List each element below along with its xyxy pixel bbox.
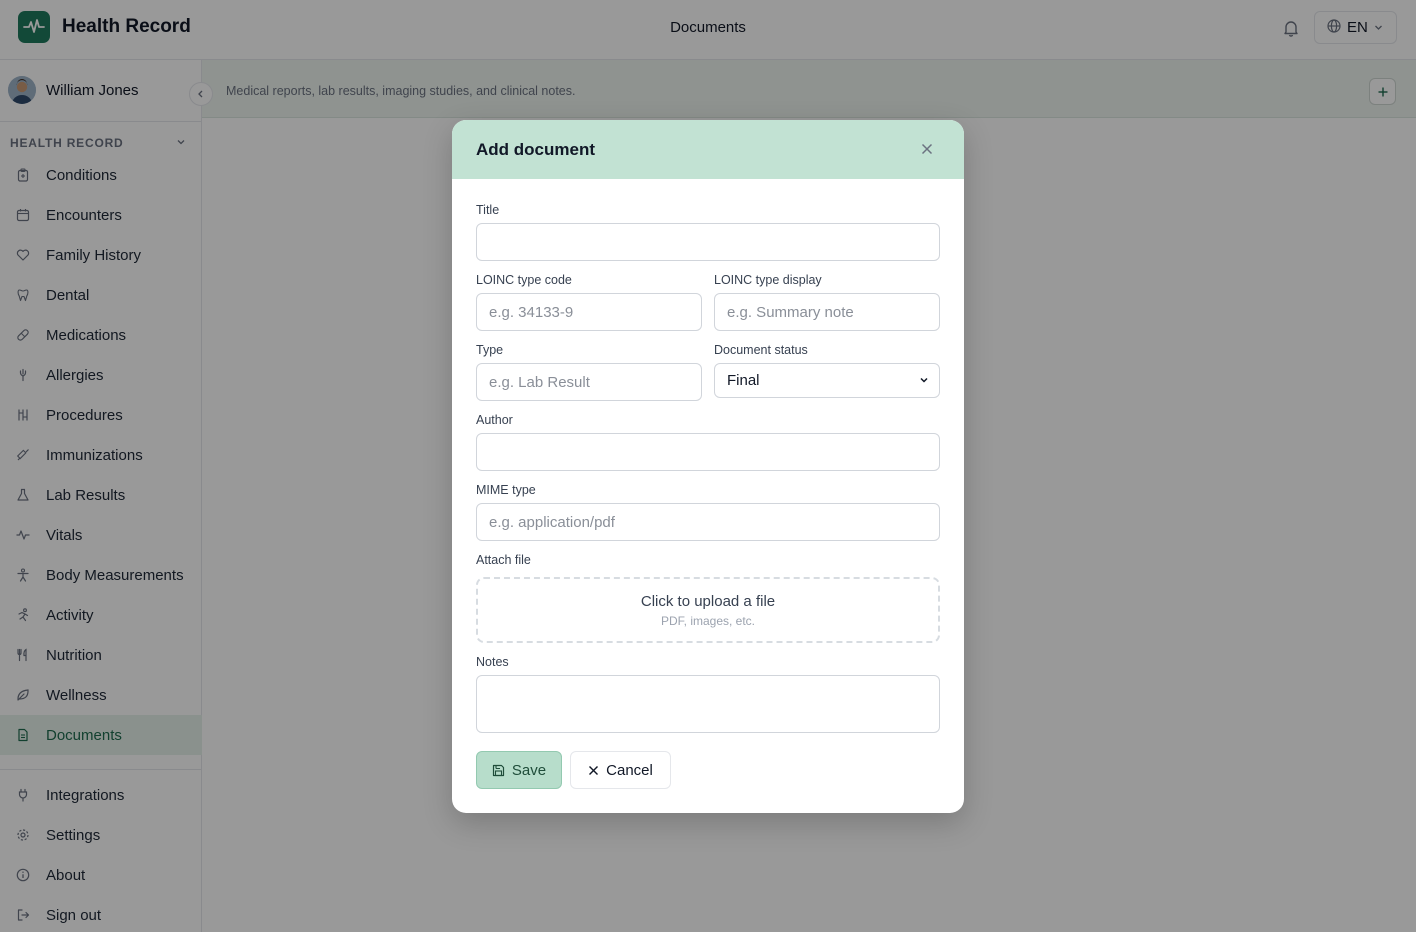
upload-hint: PDF, images, etc. [660, 614, 756, 628]
save-label: Save [511, 761, 547, 779]
close-icon [921, 143, 933, 155]
notes-label: Notes [476, 655, 509, 669]
mime-type-label: MIME type [476, 483, 536, 497]
close-button[interactable] [918, 140, 936, 158]
upload-text: Click to upload a file [640, 593, 776, 610]
loinc-code-input[interactable] [476, 293, 702, 331]
cancel-label: Cancel [606, 761, 653, 779]
dialog-title: Add document [476, 140, 595, 159]
add-document-dialog: Add document Title LOINC type code LOINC… [452, 120, 964, 813]
attach-file-label: Attach file [476, 553, 531, 567]
notes-textarea[interactable] [476, 675, 940, 733]
type-label: Type [476, 343, 504, 357]
file-upload-dropzone[interactable]: Click to upload a file PDF, images, etc. [476, 577, 940, 643]
save-button[interactable]: Save [476, 751, 562, 789]
loinc-display-input[interactable] [714, 293, 940, 331]
title-label: Title [476, 203, 500, 217]
author-label: Author [476, 413, 513, 427]
chevron-down-icon [919, 372, 929, 389]
document-status-select[interactable]: Final [714, 363, 940, 398]
loinc-display-label: LOINC type display [714, 273, 822, 287]
mime-type-input[interactable] [476, 503, 940, 541]
save-icon [492, 764, 505, 777]
close-icon [588, 765, 599, 776]
document-status-value: Final [727, 372, 760, 389]
document-status-label: Document status [714, 343, 808, 357]
title-input[interactable] [476, 223, 940, 261]
cancel-button[interactable]: Cancel [570, 751, 671, 789]
loinc-code-label: LOINC type code [476, 273, 572, 287]
type-input[interactable] [476, 363, 702, 401]
author-input[interactable] [476, 433, 940, 471]
dialog-header: Add document [452, 120, 964, 179]
